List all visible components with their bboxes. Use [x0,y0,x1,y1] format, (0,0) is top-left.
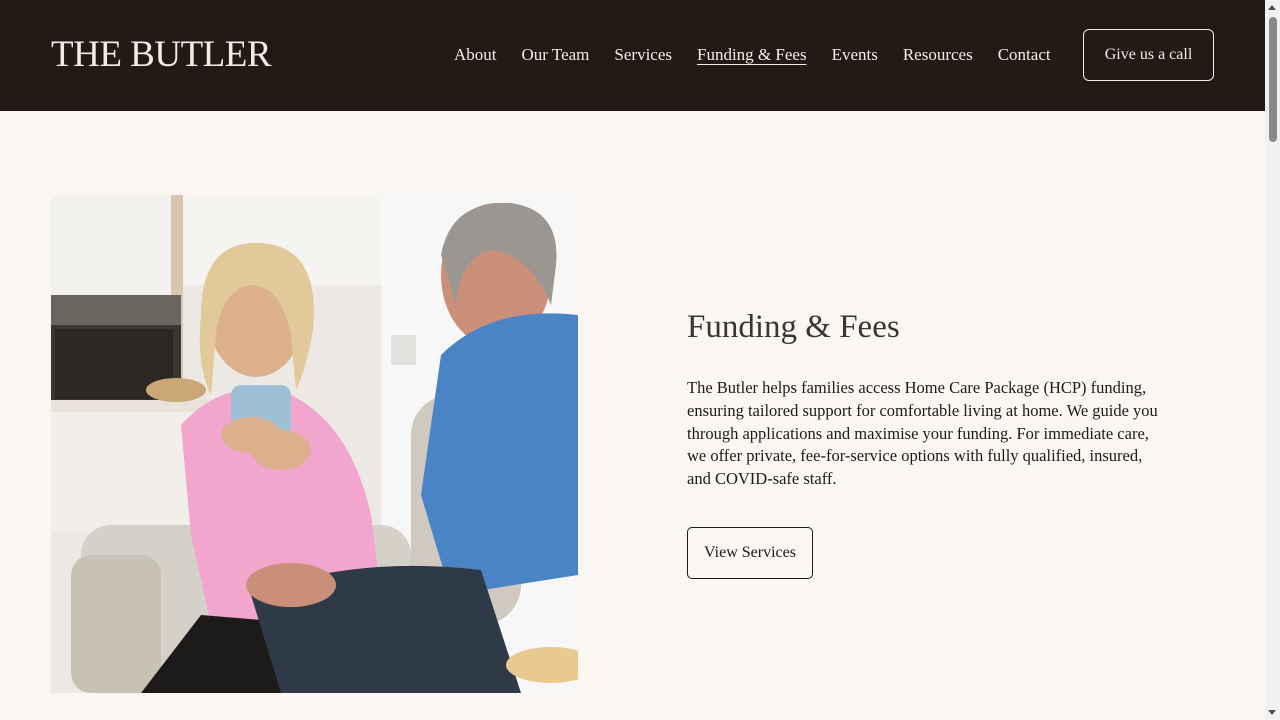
scroll-up-arrow-icon[interactable] [1268,5,1276,10]
scroll-down-arrow-icon[interactable] [1268,710,1276,715]
nav-about[interactable]: About [454,42,497,68]
nav-funding-fees[interactable]: Funding & Fees [697,42,807,68]
nav-events[interactable]: Events [832,42,878,68]
page-scrollbar[interactable] [1265,0,1280,720]
section-description: The Butler helps families access Home Ca… [687,378,1158,489]
nav-resources[interactable]: Resources [903,42,973,68]
nav-contact[interactable]: Contact [998,42,1051,68]
site-header: THE BUTLER About Our Team Services Fundi… [0,0,1265,111]
view-services-button[interactable]: View Services [687,527,813,579]
nav-our-team[interactable]: Our Team [522,42,590,68]
section-title: Funding & Fees [687,309,900,345]
scrollbar-thumb[interactable] [1269,17,1277,142]
main-nav: About Our Team Services Funding & Fees E… [454,42,1076,68]
give-us-a-call-button[interactable]: Give us a call [1083,29,1214,81]
photo-elderly-couple-icon [51,195,578,693]
nav-services[interactable]: Services [614,42,672,68]
site-logo[interactable]: THE BUTLER [51,33,272,77]
